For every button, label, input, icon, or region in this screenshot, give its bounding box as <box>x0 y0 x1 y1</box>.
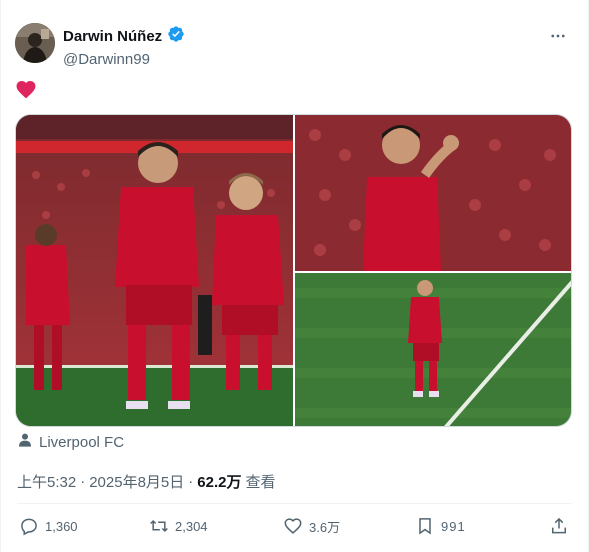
photo-players-walking[interactable] <box>16 115 293 426</box>
like-button[interactable]: 3.6万 <box>283 516 340 536</box>
reply-count: 1,360 <box>45 518 78 534</box>
action-bar: 1,360 2,304 3.6万 991 <box>17 516 577 540</box>
meta-separator-2: · <box>188 473 194 490</box>
location-label: Liverpool FC <box>39 434 125 451</box>
tweet-meta: 上午5:32 · 2025年8月5日 · 62.2万 查看 <box>17 471 275 492</box>
retweet-count: 2,304 <box>175 518 208 534</box>
red-heart-icon <box>15 79 37 99</box>
retweet-button[interactable]: 2,304 <box>149 516 208 536</box>
handle[interactable]: @Darwinn99 <box>63 51 185 69</box>
views-label: 查看 <box>245 474 276 491</box>
reply-icon <box>19 516 39 536</box>
more-options-icon[interactable] <box>548 26 568 46</box>
bookmark-icon <box>415 516 435 536</box>
share-button[interactable] <box>549 516 569 536</box>
bookmark-button[interactable]: 991 <box>415 516 466 536</box>
bookmark-count: 991 <box>441 518 466 534</box>
tweet-time[interactable]: 上午5:32 <box>17 471 76 492</box>
person-icon <box>17 432 33 453</box>
retweet-icon <box>149 516 169 536</box>
display-name[interactable]: Darwin Núñez <box>63 28 162 46</box>
heart-outline-icon <box>283 516 303 536</box>
photo-player-on-pitch[interactable] <box>295 273 571 426</box>
avatar[interactable] <box>15 23 55 63</box>
share-icon <box>549 516 569 536</box>
photo-player-clapping[interactable] <box>295 115 571 271</box>
media-grid <box>15 114 572 427</box>
tweet-date[interactable]: 2025年8月5日 <box>89 471 184 492</box>
like-count: 3.6万 <box>309 519 341 535</box>
tweet-card: Darwin Núñez @Darwinn99 Liverpool FC 上午5… <box>0 0 589 552</box>
verified-badge-icon <box>167 25 185 48</box>
views-count: 62.2万 <box>197 474 242 491</box>
meta-separator: · <box>80 473 86 490</box>
divider <box>17 503 572 504</box>
reply-button[interactable]: 1,360 <box>19 516 78 536</box>
author-block: Darwin Núñez @Darwinn99 <box>63 25 185 69</box>
location-tag[interactable]: Liverpool FC <box>17 432 124 453</box>
